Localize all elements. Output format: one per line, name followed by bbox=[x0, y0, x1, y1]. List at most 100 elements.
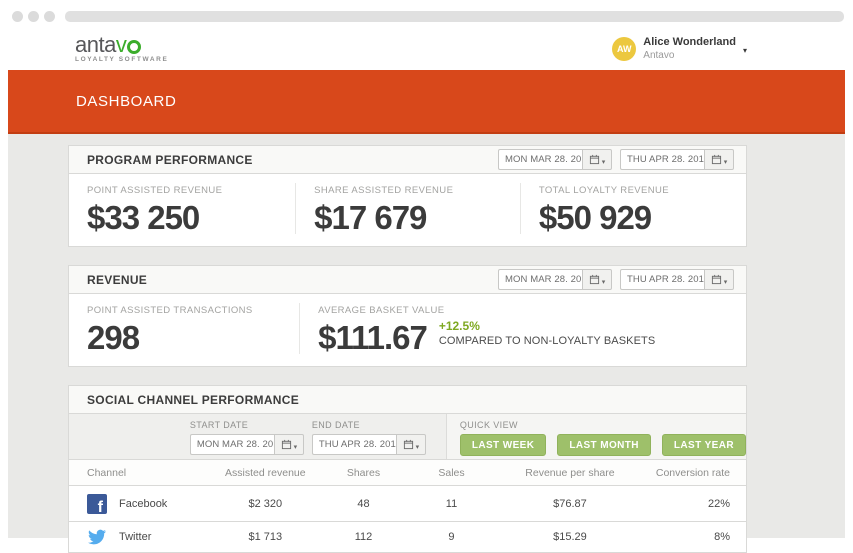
nav-bar: DASHBOARD bbox=[8, 70, 845, 134]
column-header-conversion-rate: Conversion rate bbox=[638, 467, 746, 479]
cell-revenue-per-share: $76.87 bbox=[502, 498, 637, 510]
last-year-button[interactable]: LAST YEAR bbox=[662, 434, 746, 456]
revenue-date-from-picker[interactable]: MON MAR 28. 2016 bbox=[498, 269, 612, 290]
end-date-label: END DATE bbox=[312, 420, 426, 430]
section-title: PROGRAM PERFORMANCE bbox=[87, 153, 253, 167]
start-date-group: START DATE MON MAR 28. 2016 bbox=[190, 414, 304, 459]
metric-value: $111.67 bbox=[318, 321, 427, 354]
calendar-button[interactable] bbox=[704, 269, 734, 290]
program-date-to-picker[interactable]: THU APR 28. 2016 bbox=[620, 149, 734, 170]
date-value[interactable]: THU APR 28. 2016 bbox=[620, 149, 704, 170]
calendar-icon bbox=[589, 154, 600, 165]
section-title: SOCIAL CHANNEL PERFORMANCE bbox=[87, 393, 299, 407]
column-header-channel: Channel bbox=[69, 467, 204, 479]
twitter-bird-icon bbox=[87, 527, 107, 547]
section-social-channel-performance: SOCIAL CHANNEL PERFORMANCE START DATE MO… bbox=[68, 385, 747, 553]
calendar-button[interactable] bbox=[396, 434, 426, 455]
content-area: PROGRAM PERFORMANCE MON MAR 28. 2016 THU… bbox=[8, 134, 845, 538]
antavo-logo[interactable]: antav LOYALTY SOFTWARE bbox=[75, 34, 168, 64]
window-dot bbox=[44, 11, 55, 22]
calendar-icon bbox=[589, 274, 600, 285]
metric-delta: +12.5% bbox=[439, 319, 655, 333]
program-performance-metrics: POINT ASSISTED REVENUE $33 250 SHARE ASS… bbox=[68, 174, 747, 247]
date-value[interactable]: MON MAR 28. 2016 bbox=[498, 269, 582, 290]
page-title: DASHBOARD bbox=[76, 93, 176, 110]
user-company: Antavo bbox=[643, 50, 736, 62]
logo-subtitle: LOYALTY SOFTWARE bbox=[75, 57, 168, 64]
cell-assisted-revenue: $2 320 bbox=[204, 498, 326, 510]
chevron-down-icon bbox=[602, 271, 606, 289]
last-month-button[interactable]: LAST MONTH bbox=[557, 434, 651, 456]
revenue-date-to-picker[interactable]: THU APR 28. 2016 bbox=[620, 269, 734, 290]
calendar-icon bbox=[281, 439, 292, 450]
chevron-down-icon bbox=[724, 151, 728, 169]
quick-view-label: QUICK VIEW bbox=[460, 420, 746, 430]
chevron-down-icon bbox=[416, 436, 420, 454]
cell-shares: 48 bbox=[326, 498, 400, 510]
date-value[interactable]: THU APR 28. 2016 bbox=[620, 269, 704, 290]
start-date-label: START DATE bbox=[190, 420, 304, 430]
metric-label: TOTAL LOYALTY REVENUE bbox=[539, 185, 728, 196]
metric-value: $17 679 bbox=[314, 201, 502, 234]
cell-revenue-per-share: $15.29 bbox=[502, 531, 637, 543]
revenue-metrics: POINT ASSISTED TRANSACTIONS 298 AVERAGE … bbox=[68, 294, 747, 367]
section-revenue: REVENUE MON MAR 28. 2016 THU APR 28. 201… bbox=[68, 265, 747, 367]
metric-share-assisted-revenue: SHARE ASSISTED REVENUE $17 679 bbox=[295, 183, 520, 234]
calendar-icon bbox=[403, 439, 414, 450]
metric-value: $33 250 bbox=[87, 201, 277, 234]
logo-text-accent: v bbox=[116, 34, 127, 56]
calendar-button[interactable] bbox=[582, 269, 612, 290]
window-dot bbox=[12, 11, 23, 22]
cell-conversion-rate: 22% bbox=[638, 498, 746, 510]
address-bar[interactable] bbox=[65, 11, 844, 22]
facebook-icon: f bbox=[87, 494, 107, 514]
metric-delta-note: COMPARED TO NON-LOYALTY BASKETS bbox=[439, 335, 655, 347]
metric-label: SHARE ASSISTED REVENUE bbox=[314, 185, 502, 196]
column-header-sales: Sales bbox=[401, 467, 503, 479]
calendar-button[interactable] bbox=[582, 149, 612, 170]
program-date-from-picker[interactable]: MON MAR 28. 2016 bbox=[498, 149, 612, 170]
metric-value: $50 929 bbox=[539, 201, 728, 234]
cell-assisted-revenue: $1 713 bbox=[204, 531, 326, 543]
browser-chrome bbox=[0, 0, 853, 28]
date-value[interactable]: MON MAR 28. 2016 bbox=[190, 434, 274, 455]
chevron-down-icon bbox=[602, 151, 606, 169]
user-menu[interactable]: AW Alice Wonderland Antavo bbox=[612, 36, 747, 61]
column-header-shares: Shares bbox=[326, 467, 400, 479]
date-value[interactable]: THU APR 28. 2016 bbox=[312, 434, 396, 455]
cell-sales: 9 bbox=[401, 531, 503, 543]
calendar-icon bbox=[711, 154, 722, 165]
calendar-button[interactable] bbox=[274, 434, 304, 455]
section-title: REVENUE bbox=[87, 273, 147, 287]
table-row-twitter: Twitter $1 713 112 9 $15.29 8% bbox=[68, 522, 747, 553]
cell-sales: 11 bbox=[401, 498, 503, 510]
metric-average-basket-value: AVERAGE BASKET VALUE $111.67 +12.5% COMP… bbox=[299, 303, 746, 354]
chevron-down-icon bbox=[294, 436, 298, 454]
social-filter-bar: START DATE MON MAR 28. 2016 END DATE THU… bbox=[68, 414, 747, 460]
revenue-header: REVENUE MON MAR 28. 2016 THU APR 28. 201… bbox=[68, 265, 747, 294]
social-table-header: Channel Assisted revenue Shares Sales Re… bbox=[68, 460, 747, 486]
last-week-button[interactable]: LAST WEEK bbox=[460, 434, 547, 456]
date-value[interactable]: MON MAR 28. 2016 bbox=[498, 149, 582, 170]
start-date-picker[interactable]: MON MAR 28. 2016 bbox=[190, 434, 304, 455]
logo-text: anta bbox=[75, 34, 116, 56]
metric-label: AVERAGE BASKET VALUE bbox=[318, 305, 728, 316]
calendar-button[interactable] bbox=[704, 149, 734, 170]
table-row-facebook: f Facebook $2 320 48 11 $76.87 22% bbox=[68, 486, 747, 522]
program-performance-header: PROGRAM PERFORMANCE MON MAR 28. 2016 THU… bbox=[68, 145, 747, 174]
end-date-picker[interactable]: THU APR 28. 2016 bbox=[312, 434, 426, 455]
logo-o-icon bbox=[127, 40, 141, 54]
calendar-icon bbox=[711, 274, 722, 285]
metric-label: POINT ASSISTED REVENUE bbox=[87, 185, 277, 196]
metric-value: 298 bbox=[87, 321, 281, 354]
metric-point-assisted-transactions: POINT ASSISTED TRANSACTIONS 298 bbox=[69, 303, 299, 354]
cell-shares: 112 bbox=[326, 531, 400, 543]
avatar: AW bbox=[612, 37, 636, 61]
channel-name: Twitter bbox=[119, 531, 151, 543]
chevron-down-icon bbox=[724, 271, 728, 289]
column-header-assisted-revenue: Assisted revenue bbox=[204, 467, 326, 479]
section-program-performance: PROGRAM PERFORMANCE MON MAR 28. 2016 THU… bbox=[68, 145, 747, 247]
chevron-down-icon bbox=[743, 40, 747, 58]
app-header: antav LOYALTY SOFTWARE AW Alice Wonderla… bbox=[0, 28, 853, 70]
metric-label: POINT ASSISTED TRANSACTIONS bbox=[87, 305, 281, 316]
